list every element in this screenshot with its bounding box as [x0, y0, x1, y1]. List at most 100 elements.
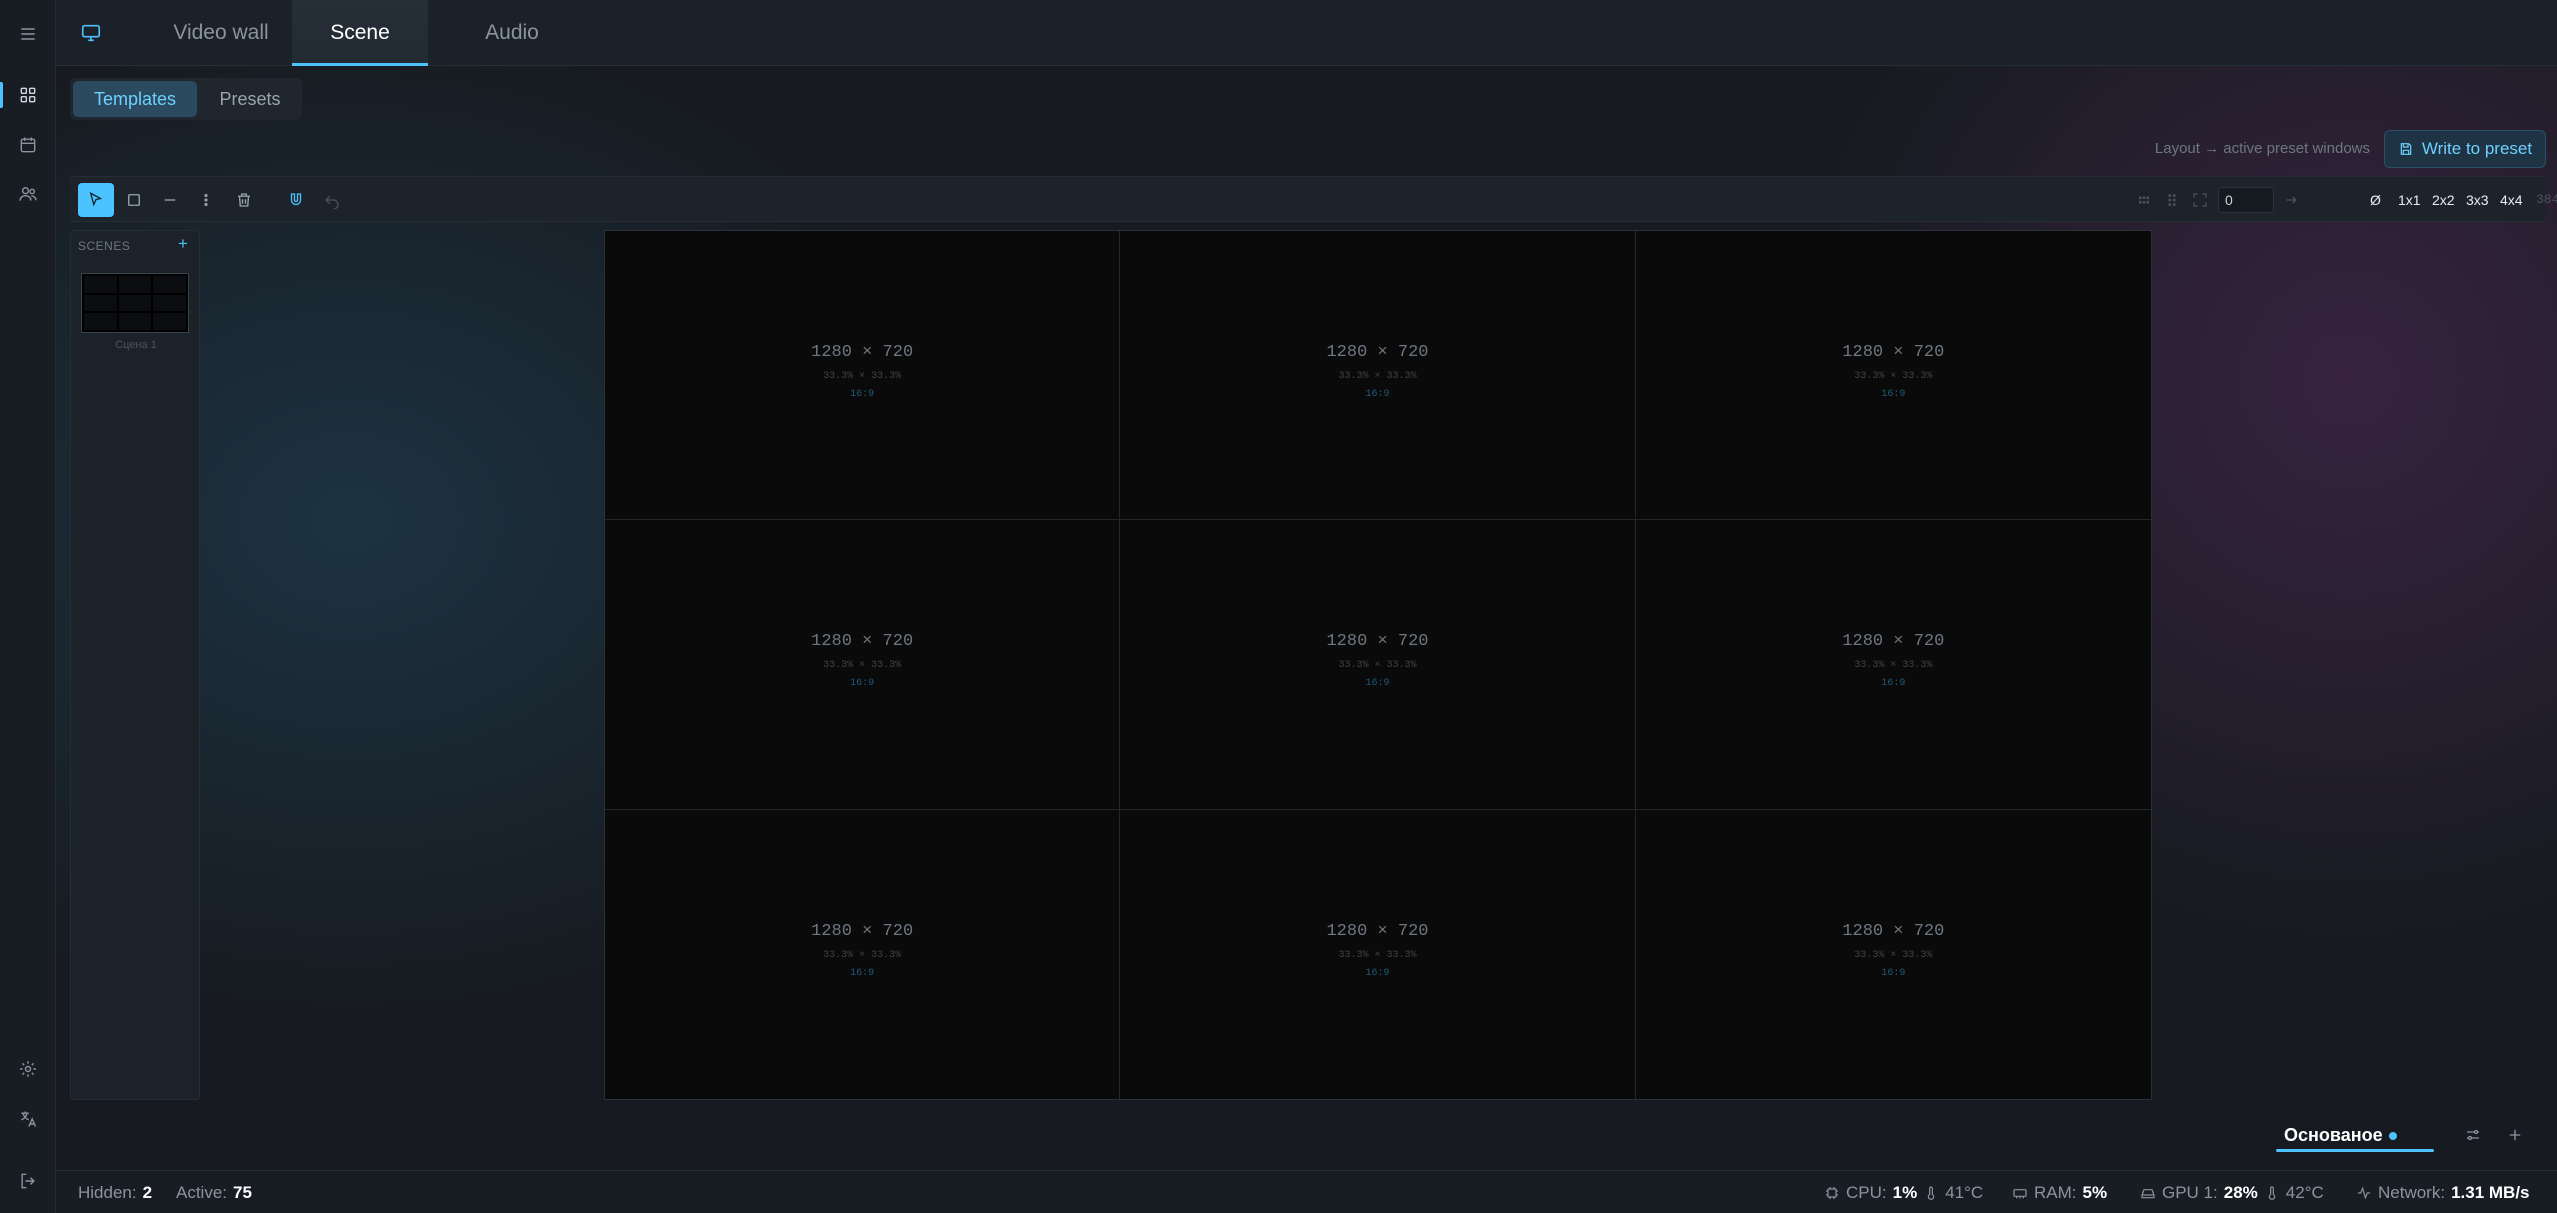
- plus-icon: [2509, 1129, 2521, 1141]
- gear-icon[interactable]: [12, 1053, 44, 1085]
- window-aspect: 16:9: [1365, 389, 1390, 400]
- horizontal-split-button[interactable]: [152, 183, 188, 217]
- layout-window[interactable]: 1280 × 720 33.3% × 33.3% 16:9: [605, 809, 1121, 1099]
- window-resolution: 1280 × 720: [1842, 632, 1945, 652]
- status-bar: Hidden: 2 Active: 75 CPU: 1% 41°C RAM: 5% GP…: [56, 1170, 2557, 1213]
- layout-window[interactable]: 1280 × 720 33.3% × 33.3% 16:9: [605, 231, 1121, 521]
- gpu-icon: [2141, 1189, 2155, 1199]
- translate-icon[interactable]: [12, 1103, 44, 1135]
- window-percent: 33.3% × 33.3%: [1854, 660, 1933, 672]
- window-aspect: 16:9: [850, 678, 875, 690]
- left-rail: [0, 0, 56, 1213]
- grip-vertical-icon: [2168, 194, 2176, 206]
- layout-canvas[interactable]: 1280 × 720 33.3% × 33.3% 16:9 1280 × 720…: [604, 230, 2152, 1100]
- dots-vertical-icon: [204, 193, 208, 207]
- delete-button[interactable]: [226, 183, 262, 217]
- apply-gap-button[interactable]: [2278, 183, 2306, 217]
- window-percent: 33.3% × 33.3%: [823, 660, 902, 672]
- menu-icon[interactable]: [12, 18, 44, 50]
- grid-3x3-button[interactable]: 3x3: [2460, 187, 2495, 213]
- layout-window[interactable]: 1280 × 720 33.3% × 33.3% 16:9: [1635, 231, 2151, 521]
- select-tool-button[interactable]: [78, 183, 114, 217]
- window-resolution: 1280 × 720: [811, 343, 914, 362]
- tab-video-wall[interactable]: Video wall: [156, 0, 286, 66]
- preset-tab-main[interactable]: Основаное: [2276, 1120, 2434, 1152]
- window-resolution: 1280 × 720: [1326, 343, 1429, 362]
- gpu-stat: GPU 1: 28% 42°C: [2140, 1183, 2324, 1203]
- snap-button[interactable]: [278, 183, 314, 217]
- scene-thumbnail[interactable]: [81, 273, 189, 333]
- grid-1x1-button[interactable]: 1x1: [2392, 187, 2427, 213]
- users-icon[interactable]: [12, 178, 44, 210]
- logout-icon[interactable]: [12, 1165, 44, 1197]
- activity-icon: [2358, 1186, 2370, 1200]
- minus-icon: [164, 199, 176, 201]
- sliders-icon: [2467, 1129, 2479, 1141]
- add-scene-button[interactable]: +: [174, 235, 192, 253]
- memory-icon: [2013, 1189, 2027, 1199]
- distribute-vertical-button[interactable]: [2158, 183, 2186, 217]
- thermometer-icon: [1927, 1186, 1935, 1200]
- window-resolution: 1280 × 720: [811, 632, 914, 652]
- monitor-icon[interactable]: [76, 18, 106, 48]
- subtab-templates[interactable]: Templates: [73, 81, 197, 117]
- tab-audio[interactable]: Audio: [452, 0, 572, 66]
- grip-horizontal-icon: [2138, 196, 2150, 204]
- arrow-right-icon: [2286, 196, 2297, 204]
- window-aspect: 16:9: [1881, 678, 1906, 690]
- calendar-icon[interactable]: [12, 129, 44, 161]
- window-resolution: 1280 × 720: [1842, 921, 1945, 941]
- window-percent: 33.3% × 33.3%: [1854, 371, 1933, 382]
- window-resolution: 1280 × 720: [1326, 921, 1429, 941]
- window-resolution: 1280 × 720: [1842, 343, 1945, 362]
- layout-window[interactable]: 1280 × 720 33.3% × 33.3% 16:9: [1120, 520, 1636, 810]
- expand-icon: [2193, 193, 2207, 207]
- save-icon: [2400, 143, 2412, 155]
- fullscreen-button[interactable]: [2186, 183, 2214, 217]
- scenes-panel: SCENES + Сцена 1: [70, 230, 200, 1100]
- write-to-preset-label: Write to preset: [2421, 139, 2533, 158]
- window-aspect: 16:9: [850, 967, 875, 979]
- vertical-split-button[interactable]: [188, 183, 224, 217]
- layout-window[interactable]: 1280 × 720 33.3% × 33.3% 16:9: [1635, 520, 2151, 810]
- write-to-preset-button[interactable]: Write to preset: [2384, 130, 2546, 168]
- active-count: Active: 75: [176, 1183, 252, 1202]
- trash-icon: [238, 193, 250, 207]
- app: Video wall Scene Audio Templates Presets…: [0, 0, 2557, 1213]
- rectangle-tool-button[interactable]: [116, 183, 152, 217]
- scene-name: Сцена 1: [115, 339, 157, 351]
- cpu-icon: [1826, 1187, 1838, 1199]
- layout-window[interactable]: 1280 × 720 33.3% × 33.3% 16:9: [1636, 810, 2151, 1099]
- window-aspect: 16:9: [1881, 967, 1906, 979]
- window-resolution: 1280 × 720: [1326, 632, 1429, 652]
- square-icon: [128, 194, 140, 206]
- layout-window[interactable]: 1280 × 720 33.3% × 33.3% 16:9: [1120, 231, 1636, 521]
- window-aspect: 16:9: [1881, 389, 1906, 400]
- active-dot-icon: [2388, 1132, 2397, 1141]
- window-aspect: 16:9: [850, 389, 875, 400]
- cursor-icon: [89, 191, 103, 207]
- preset-settings-button[interactable]: [2460, 1122, 2486, 1148]
- top-bar: Video wall Scene Audio: [56, 0, 2557, 66]
- window-percent: 33.3% × 33.3%: [1338, 949, 1417, 961]
- subtab-presets[interactable]: Presets: [201, 81, 299, 117]
- grid-icon[interactable]: [12, 79, 44, 111]
- window-percent: 33.3% × 33.3%: [823, 371, 902, 382]
- grid-2x2-button[interactable]: 2x2: [2426, 187, 2461, 213]
- tab-scene[interactable]: Scene: [292, 0, 428, 66]
- grid-4x4-button[interactable]: 4x4: [2494, 187, 2529, 213]
- ram-stat: RAM: 5%: [2012, 1183, 2107, 1203]
- rail-active-indicator: [0, 82, 3, 108]
- layout-window[interactable]: 1280 × 720 33.3% × 33.3% 16:9: [1120, 809, 1636, 1099]
- layout-window[interactable]: 1280 × 720 33.3% × 33.3% 16:9: [605, 520, 1121, 810]
- gap-input[interactable]: [2218, 187, 2274, 213]
- undo-button[interactable]: [314, 183, 350, 217]
- editor-toolbar: Ø 1x1 2x2 3x3 4x4 3840x2160: [70, 176, 2557, 222]
- grid-none-button[interactable]: Ø: [2364, 187, 2387, 213]
- subtab-group: Templates Presets: [70, 78, 302, 120]
- layout-note: Layout → active preset windows: [2154, 140, 2370, 157]
- hidden-count: Hidden: 2: [78, 1183, 153, 1202]
- distribute-horizontal-button[interactable]: [2130, 183, 2158, 217]
- add-preset-button[interactable]: [2502, 1122, 2528, 1148]
- window-percent: 33.3% × 33.3%: [1854, 949, 1933, 961]
